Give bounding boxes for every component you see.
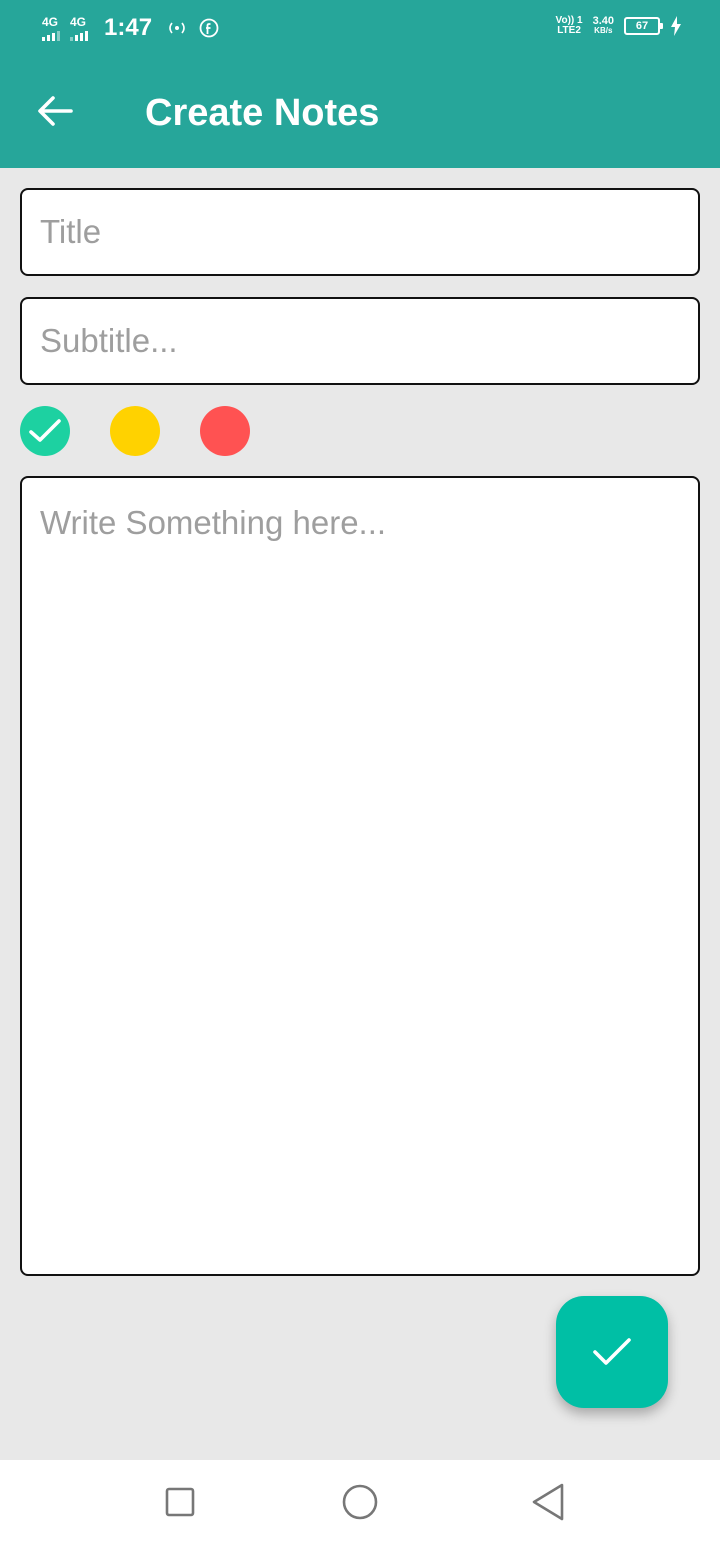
speed-value: 3.40 (592, 15, 614, 27)
subtitle-field-container (20, 297, 700, 385)
charging-icon (671, 16, 681, 36)
status-left: 4G 4G 1:47 (42, 14, 230, 42)
app-bar: 4G 4G 1:47 Vo)) 1 LTE2 3.40 KB/s 67 Crea… (0, 0, 720, 168)
save-note-button[interactable] (556, 1296, 668, 1408)
note-body-container (20, 476, 700, 1276)
back-button[interactable] (26, 82, 84, 140)
network-2-type: 4G (70, 14, 87, 29)
system-back-button[interactable] (524, 1478, 572, 1526)
toolbar: Create Notes (0, 58, 720, 168)
note-body-input[interactable] (22, 478, 698, 1274)
signal-icon (70, 30, 88, 41)
color-option-green[interactable] (20, 406, 70, 456)
facebook-icon (199, 18, 219, 38)
color-option-red[interactable] (200, 406, 250, 456)
check-icon (593, 1338, 631, 1365)
battery-level: 67 (635, 20, 649, 32)
page-title: Create Notes (145, 92, 380, 134)
recents-square-icon (165, 1487, 195, 1517)
network-2: 4G (70, 16, 88, 41)
home-button[interactable] (336, 1478, 384, 1526)
color-option-yellow[interactable] (110, 406, 160, 456)
volte-bottom: LTE2 (557, 25, 581, 36)
title-field-container (20, 188, 700, 276)
recents-button[interactable] (156, 1478, 204, 1526)
status-right: Vo)) 1 LTE2 3.40 KB/s 67 (556, 16, 682, 36)
home-circle-icon (342, 1484, 378, 1520)
clock: 1:47 (104, 14, 153, 41)
arrow-left-icon (38, 96, 73, 126)
battery-icon: 67 (624, 17, 663, 35)
network-speed: 3.40 KB/s (593, 16, 614, 36)
network-1-type: 4G (42, 14, 59, 29)
hotspot-icon (169, 22, 185, 34)
speed-unit: KB/s (594, 26, 613, 35)
back-triangle-icon (532, 1483, 564, 1521)
signal-icon (42, 30, 60, 41)
check-icon (29, 419, 61, 442)
system-nav-bar (0, 1460, 720, 1544)
subtitle-input[interactable] (22, 299, 698, 383)
title-input[interactable] (22, 190, 698, 274)
volte-indicator: Vo)) 1 LTE2 (556, 16, 583, 36)
status-bar: 4G 4G 1:47 Vo)) 1 LTE2 3.40 KB/s 67 (0, 0, 720, 58)
network-1: 4G (42, 16, 60, 41)
